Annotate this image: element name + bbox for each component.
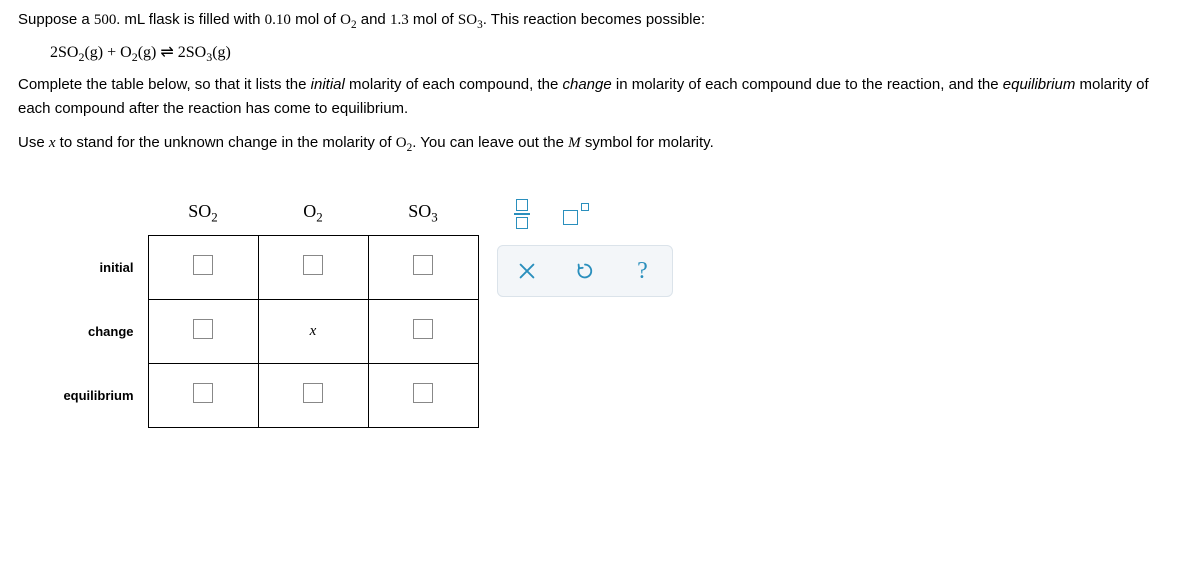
text: Suppose a: [18, 11, 94, 28]
fraction-button[interactable]: [507, 199, 537, 229]
corner-blank: [28, 191, 148, 235]
cell-eq-o2[interactable]: [258, 363, 368, 427]
input-box[interactable]: [193, 255, 213, 275]
cell-change-o2[interactable]: x: [258, 299, 368, 363]
instruction-line-2: Complete the table below, so that it lis…: [18, 73, 1182, 121]
cell-eq-so3[interactable]: [368, 363, 478, 427]
value-mol-so3: 1.3: [390, 12, 409, 28]
symbol-molarity: M: [568, 135, 581, 151]
col-header-so3: SO3: [368, 191, 478, 235]
text: . You can leave out the: [412, 134, 568, 151]
input-box[interactable]: [303, 255, 323, 275]
problem-line-1: Suppose a 500. mL flask is filled with 0…: [18, 8, 1182, 34]
work-area: SO2 O2 SO3 initial change x equilibrium: [28, 191, 1182, 428]
text: Complete the table below, so that it lis…: [18, 76, 311, 93]
cell-change-so3[interactable]: [368, 299, 478, 363]
text: in molarity of each compound due to the …: [612, 76, 1003, 93]
text: symbol for molarity.: [581, 134, 714, 151]
input-box[interactable]: [303, 383, 323, 403]
row-label-equilibrium: equilibrium: [28, 363, 148, 427]
palette-row-bottom: ?: [497, 245, 673, 297]
palette-row-top: [497, 193, 673, 235]
species: SO: [58, 44, 78, 61]
text: . This reaction becomes possible:: [483, 11, 705, 28]
close-icon: [516, 260, 538, 282]
text: Use: [18, 134, 49, 151]
cell-change-so2[interactable]: [148, 299, 258, 363]
species: SO: [186, 44, 206, 61]
text: to stand for the unknown change in the m…: [56, 134, 396, 151]
input-box[interactable]: [413, 319, 433, 339]
state: (g): [138, 44, 157, 61]
text: and: [357, 11, 390, 28]
italic-equilibrium: equilibrium: [1003, 76, 1076, 93]
col-header-so2: SO2: [148, 191, 258, 235]
cell-initial-so2[interactable]: [148, 235, 258, 299]
text: mol of: [291, 11, 340, 28]
state: (g): [212, 44, 231, 61]
state: (g): [84, 44, 103, 61]
text: mol of: [409, 11, 458, 28]
ice-table: SO2 O2 SO3 initial change x equilibrium: [28, 191, 479, 428]
input-box[interactable]: [413, 383, 433, 403]
value-volume: 500.: [94, 12, 120, 28]
input-box[interactable]: [193, 319, 213, 339]
text: molarity of each compound, the: [345, 76, 563, 93]
fraction-icon: [514, 199, 530, 229]
row-label-change: change: [28, 299, 148, 363]
superscript-button[interactable]: [561, 199, 591, 229]
cell-initial-so3[interactable]: [368, 235, 478, 299]
species: O: [120, 44, 132, 61]
variable-x: x: [49, 135, 56, 151]
superscript-icon: [563, 203, 589, 225]
italic-change: change: [562, 76, 611, 93]
col-header-o2: O2: [258, 191, 368, 235]
row-label-initial: initial: [28, 235, 148, 299]
help-button[interactable]: ?: [628, 256, 658, 286]
cell-eq-so2[interactable]: [148, 363, 258, 427]
cell-initial-o2[interactable]: [258, 235, 368, 299]
prefilled-x: x: [310, 323, 317, 339]
equilibrium-arrow: ⇌: [156, 44, 177, 61]
species-so3: SO: [458, 12, 477, 28]
plus: +: [103, 44, 120, 61]
value-mol-o2: 0.10: [265, 12, 291, 28]
coef: 2: [50, 44, 58, 61]
instruction-line-3: Use x to stand for the unknown change in…: [18, 131, 1182, 157]
input-box[interactable]: [193, 383, 213, 403]
coef: 2: [178, 44, 186, 61]
question-icon: ?: [637, 258, 648, 285]
text: mL flask is filled with: [120, 11, 265, 28]
reset-button[interactable]: [570, 256, 600, 286]
input-box[interactable]: [413, 255, 433, 275]
tool-palette: ?: [497, 193, 673, 297]
clear-button[interactable]: [512, 256, 542, 286]
undo-icon: [574, 260, 596, 282]
species-o2: O: [396, 135, 407, 151]
species-o2: O: [340, 12, 351, 28]
italic-initial: initial: [311, 76, 345, 93]
reaction-equation: 2SO2(g) + O2(g) ⇌ 2SO3(g): [50, 42, 1182, 65]
